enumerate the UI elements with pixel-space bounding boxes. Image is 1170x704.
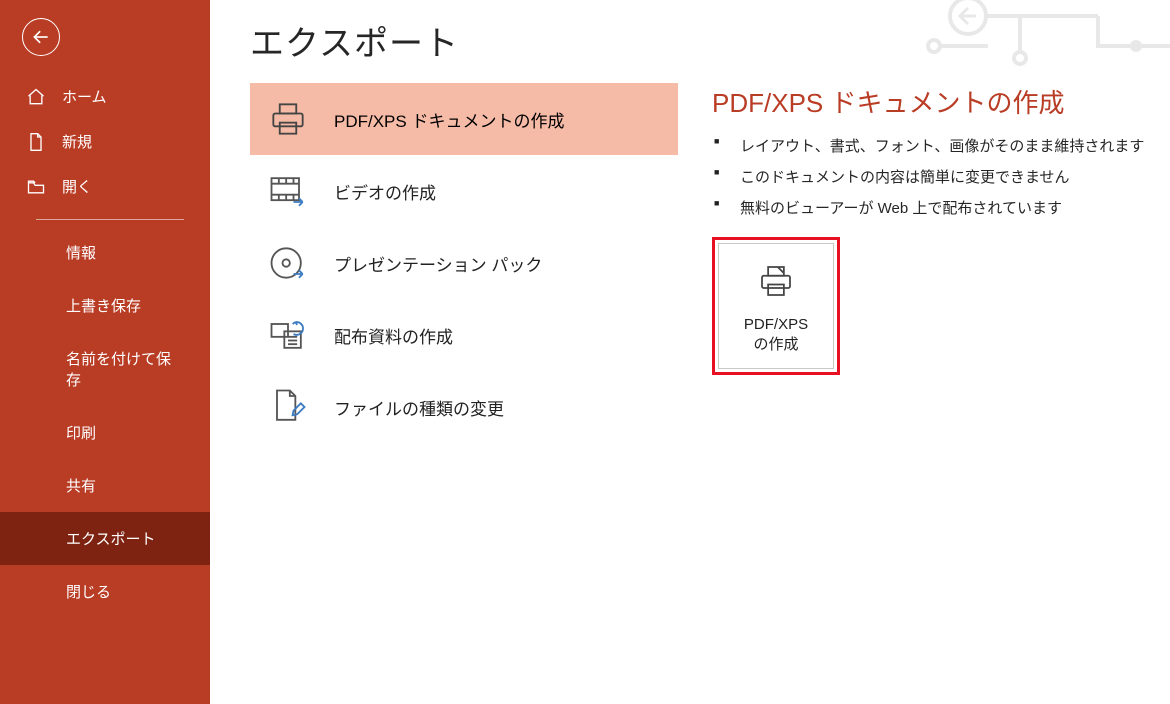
- sidebar-item-label: 新規: [62, 131, 92, 152]
- option-label: ファイルの種類の変更: [334, 395, 504, 420]
- detail-bullet: レイアウト、書式、フォント、画像がそのまま維持されます: [712, 130, 1144, 161]
- sidebar-item-export[interactable]: エクスポート: [0, 512, 210, 565]
- sidebar-item-label: 開く: [62, 176, 92, 197]
- handout-icon: [264, 311, 312, 359]
- sidebar-item-label: ホーム: [62, 86, 107, 107]
- option-pdf-xps[interactable]: PDF/XPS ドキュメントの作成: [250, 83, 678, 155]
- sidebar-item-save[interactable]: 上書き保存: [0, 279, 210, 332]
- arrow-left-icon: [31, 27, 51, 47]
- sidebar-item-share[interactable]: 共有: [0, 459, 210, 512]
- sidebar-item-new[interactable]: 新規: [0, 119, 210, 164]
- option-label: PDF/XPS ドキュメントの作成: [334, 107, 564, 132]
- sidebar-item-saveas[interactable]: 名前を付けて保存: [0, 332, 210, 406]
- backstage-sidebar: ホーム 新規 開く 情報 上書き保存 名前を付けて保存 印刷 共有 エクスポート…: [0, 0, 210, 704]
- option-label: プレゼンテーション パック: [334, 251, 542, 276]
- detail-title: PDF/XPS ドキュメントの作成: [712, 83, 1144, 120]
- printer-large-icon: [752, 260, 800, 307]
- option-change-type[interactable]: ファイルの種類の変更: [250, 371, 678, 443]
- film-arrow-icon: [264, 167, 312, 215]
- file-edit-icon: [264, 383, 312, 431]
- sidebar-item-close[interactable]: 閉じる: [0, 565, 210, 618]
- option-package[interactable]: プレゼンテーション パック: [250, 227, 678, 299]
- printer-icon: [264, 95, 312, 143]
- back-button[interactable]: [22, 18, 60, 56]
- folder-open-icon: [26, 177, 48, 197]
- disc-icon: [264, 239, 312, 287]
- sidebar-item-open[interactable]: 開く: [0, 164, 210, 209]
- create-pdf-xps-button[interactable]: PDF/XPSの作成: [712, 237, 840, 375]
- page-title: エクスポート: [250, 16, 1170, 65]
- sidebar-item-print[interactable]: 印刷: [0, 406, 210, 459]
- detail-panel: PDF/XPS ドキュメントの作成 レイアウト、書式、フォント、画像がそのまま維…: [712, 83, 1144, 443]
- sidebar-divider: [36, 219, 184, 220]
- option-video[interactable]: ビデオの作成: [250, 155, 678, 227]
- home-icon: [26, 87, 48, 107]
- sidebar-item-home[interactable]: ホーム: [0, 74, 210, 119]
- sidebar-item-info[interactable]: 情報: [0, 226, 210, 279]
- detail-bullets: レイアウト、書式、フォント、画像がそのまま維持されます このドキュメントの内容は…: [712, 130, 1144, 223]
- detail-bullet: このドキュメントの内容は簡単に変更できません: [712, 161, 1144, 192]
- export-options-list: PDF/XPS ドキュメントの作成 ビデオの作成 プレゼンテーション パック 配…: [250, 83, 678, 443]
- button-label: PDF/XPSの作成: [744, 315, 808, 356]
- option-label: ビデオの作成: [334, 179, 436, 204]
- main-panel: エクスポート PDF/XPS ドキュメントの作成 ビデオの作成 プレゼンテーショ: [210, 0, 1170, 704]
- detail-bullet: 無料のビューアーが Web 上で配布されています: [712, 192, 1144, 223]
- option-handouts[interactable]: 配布資料の作成: [250, 299, 678, 371]
- option-label: 配布資料の作成: [334, 323, 453, 348]
- file-icon: [26, 132, 48, 152]
